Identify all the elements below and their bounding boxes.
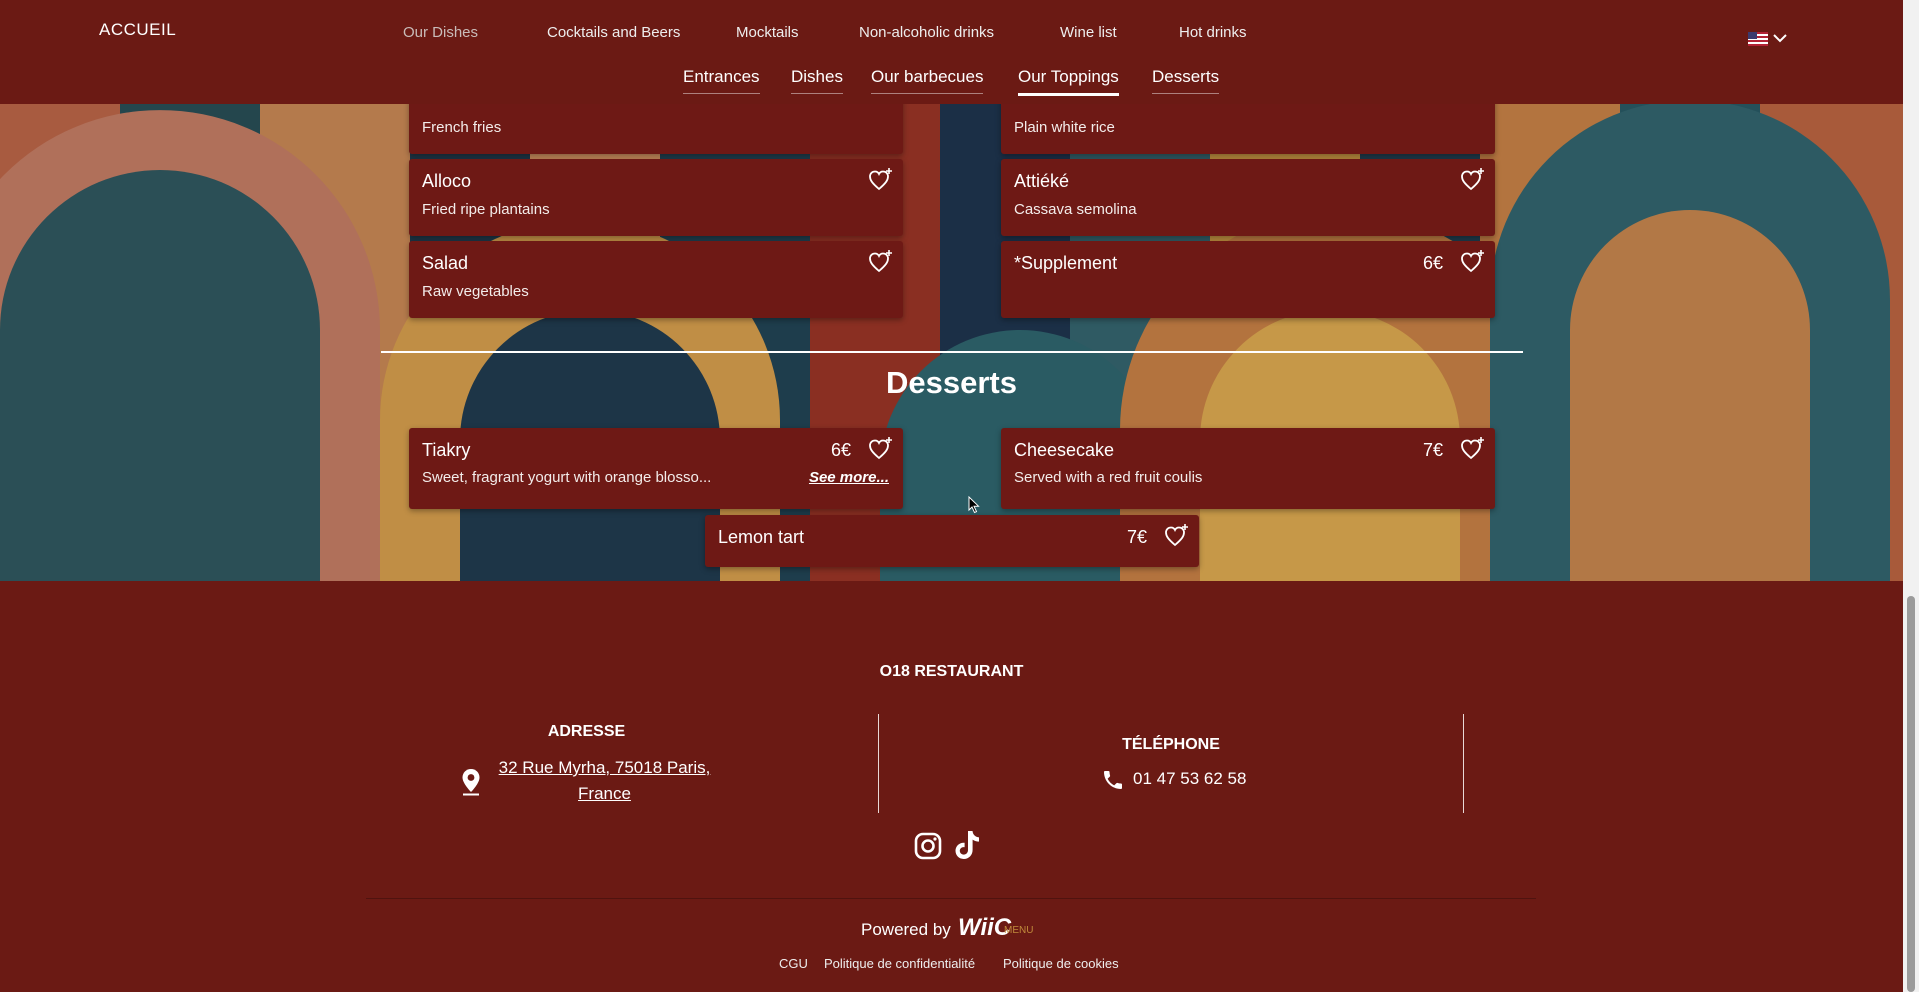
item-desc: Served with a red fruit coulis	[1014, 469, 1203, 486]
phone-icon	[1101, 768, 1125, 797]
item-price: 7€	[1422, 440, 1443, 460]
add-favorite-icon[interactable]	[868, 249, 894, 275]
section-divider	[381, 351, 1523, 353]
powered-by-text: Powered by	[861, 920, 951, 939]
item-price: 6€	[830, 440, 851, 460]
tab-desserts[interactable]: Desserts	[1152, 67, 1220, 94]
address-title: ADRESSE	[547, 723, 626, 740]
item-name: Lemon tart	[718, 527, 805, 547]
tab-our-toppings[interactable]: Our Toppings	[1018, 67, 1119, 96]
phone-number[interactable]: 01 47 53 62 58	[1133, 769, 1246, 789]
menu-card[interactable]: Lemon tart 7€	[705, 515, 1199, 567]
menu-card[interactable]: Tiakry 6€ Sweet, fragrant yogurt with or…	[409, 428, 903, 509]
item-desc: Sweet, fragrant yogurt with orange bloss…	[422, 469, 712, 486]
column-divider	[878, 714, 879, 813]
tiktok-icon[interactable]	[953, 829, 981, 866]
menu-card[interactable]: Salad Raw vegetables	[409, 241, 903, 318]
instagram-icon[interactable]	[914, 832, 942, 865]
phone-title: TÉLÉPHONE	[1122, 736, 1220, 753]
item-desc: Cassava semolina	[1014, 201, 1137, 218]
menu-card[interactable]: Attiéké Cassava semolina	[1001, 159, 1495, 236]
tab-dishes[interactable]: Dishes	[791, 67, 843, 94]
address-link[interactable]: 32 Rue Myrha, 75018 Paris, France	[497, 755, 712, 807]
mouse-cursor-icon	[968, 495, 980, 519]
legal-link-cgu[interactable]: CGU	[779, 956, 808, 971]
add-favorite-icon[interactable]	[1460, 167, 1486, 193]
legal-link-privacy[interactable]: Politique de confidentialité	[824, 956, 975, 971]
restaurant-name: O18 RESTAURANT	[879, 663, 1024, 680]
item-desc: French fries	[422, 119, 502, 136]
chevron-down-icon[interactable]	[1772, 30, 1788, 51]
brand-logo-sub: MENU	[1004, 925, 1034, 936]
nav-cocktails-beers[interactable]: Cocktails and Beers	[547, 24, 680, 41]
tab-our-barbecues[interactable]: Our barbecues	[871, 67, 984, 94]
item-name: Salad	[422, 253, 469, 273]
item-price: 6€	[1422, 253, 1443, 273]
top-header: ACCUEIL Our Dishes Cocktails and Beers M…	[0, 0, 1903, 104]
legal-link-cookies[interactable]: Politique de cookies	[1003, 956, 1119, 971]
item-name: Attiéké	[1014, 171, 1070, 191]
add-favorite-icon[interactable]	[868, 167, 894, 193]
location-pin-icon	[461, 768, 481, 801]
tab-entrances[interactable]: Entrances	[683, 67, 760, 94]
address-line1: 32 Rue Myrha, 75018 Paris,	[498, 758, 711, 777]
menu-card[interactable]: Alloco Fried ripe plantains	[409, 159, 903, 236]
item-name: *Supplement	[1014, 253, 1118, 273]
section-title-desserts: Desserts	[886, 365, 1017, 400]
add-favorite-icon[interactable]	[868, 436, 894, 462]
item-desc: Fried ripe plantains	[422, 201, 550, 218]
address-line2: France	[578, 784, 631, 803]
nav-wine-list[interactable]: Wine list	[1060, 24, 1117, 41]
item-name: Alloco	[422, 171, 472, 191]
item-name: Tiakry	[422, 440, 471, 460]
flag-us-icon[interactable]	[1748, 32, 1768, 46]
see-more-link[interactable]: See more...	[809, 469, 889, 486]
item-price: 7€	[1126, 527, 1147, 547]
nav-our-dishes[interactable]: Our Dishes	[403, 24, 478, 41]
nav-hot-drinks[interactable]: Hot drinks	[1179, 24, 1247, 41]
home-link[interactable]: ACCUEIL	[99, 20, 176, 40]
item-desc: Raw vegetables	[422, 283, 529, 300]
add-favorite-icon[interactable]	[1164, 523, 1190, 549]
add-favorite-icon[interactable]	[1460, 436, 1486, 462]
item-desc: Plain white rice	[1014, 119, 1115, 136]
footer-divider	[366, 898, 1536, 899]
menu-card[interactable]: Cheesecake 7€ Served with a red fruit co…	[1001, 428, 1495, 509]
nav-non-alcoholic-drinks[interactable]: Non-alcoholic drinks	[859, 24, 994, 41]
add-favorite-icon[interactable]	[1460, 249, 1486, 275]
column-divider	[1463, 714, 1464, 813]
item-name: Cheesecake	[1014, 440, 1115, 460]
nav-mocktails[interactable]: Mocktails	[736, 24, 799, 41]
scrollbar-thumb[interactable]	[1907, 596, 1915, 992]
menu-card[interactable]: *Supplement 6€	[1001, 241, 1495, 318]
